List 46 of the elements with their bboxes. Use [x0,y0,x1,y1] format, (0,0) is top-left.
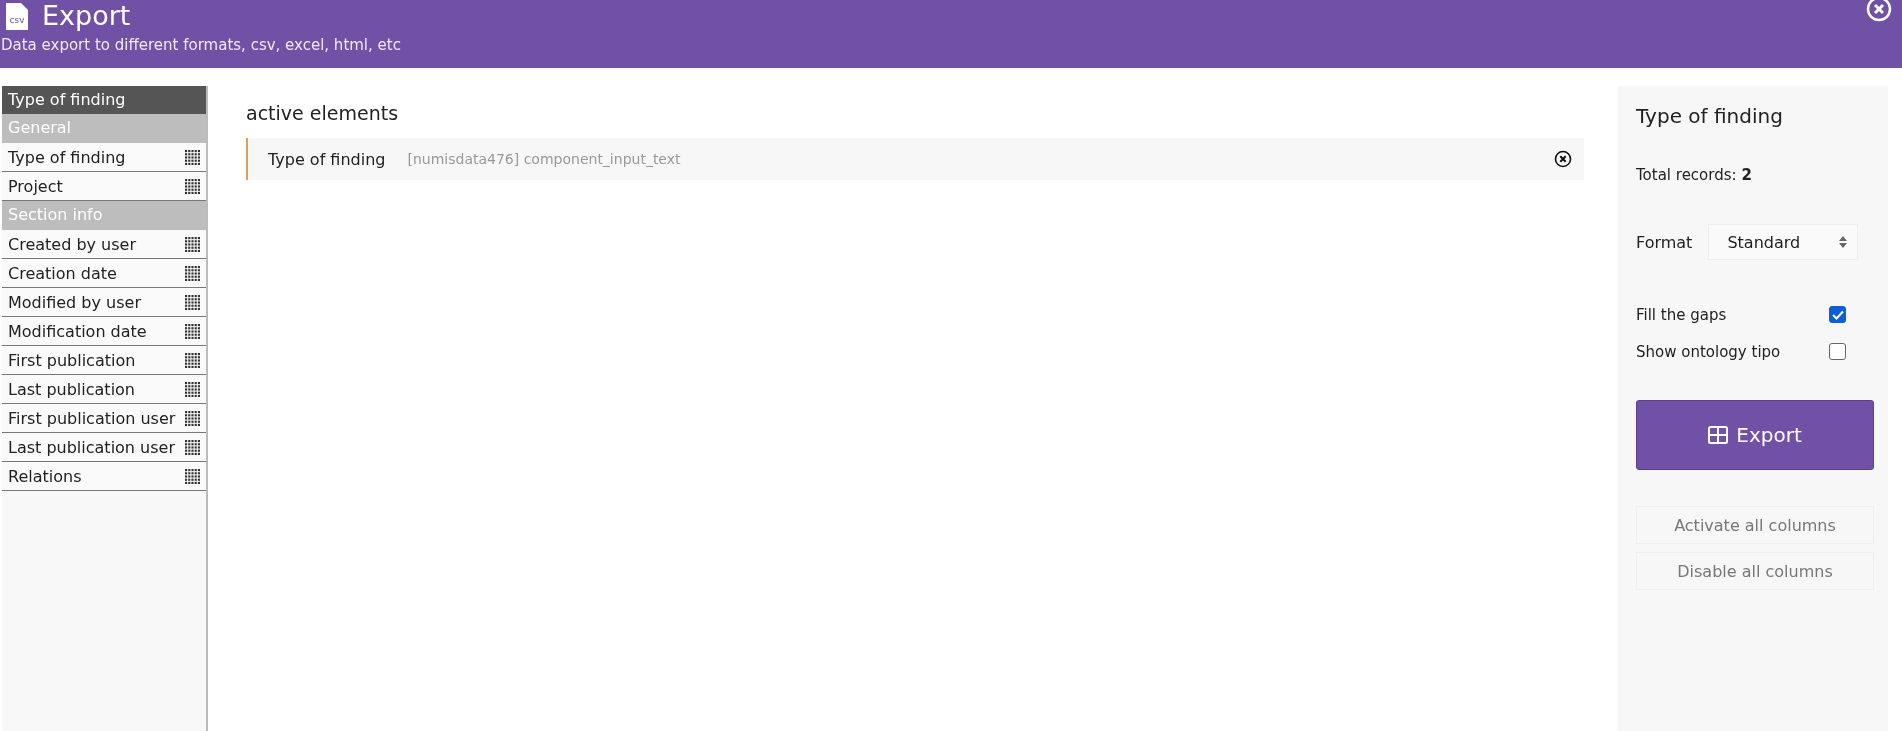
section-header: Section info [2,201,206,230]
disable-columns-button[interactable]: Disable all columns [1636,552,1874,590]
field-label: Last publication [8,379,135,399]
format-label: Format [1636,232,1693,252]
field-label: Modified by user [8,292,141,312]
grid-icon[interactable] [185,439,200,455]
field-label: Type of finding [8,147,126,167]
grid-icon[interactable] [185,265,200,281]
remove-icon[interactable] [1554,150,1572,168]
grid-icon[interactable] [185,149,200,165]
grid-icon[interactable] [185,236,200,252]
section-header: General [2,114,206,143]
window-subtitle: Data export to different formats, csv, excel, html, etc [0,36,402,54]
sidebar-title: Type of finding [2,86,206,114]
sort-caret-icon [1839,236,1848,248]
table-icon [1708,426,1729,444]
field-label: Modification date [8,321,147,341]
element-info: [numisdata476] component_input_text [407,151,682,167]
grid-icon[interactable] [185,352,200,368]
section-title: active elements [246,102,400,124]
grid-icon[interactable] [185,178,200,194]
format-select[interactable]: Standard [1708,224,1859,260]
grid-icon[interactable] [185,381,200,397]
field-label: First publication user [8,408,176,428]
field-label: Creation date [8,263,117,283]
close-icon[interactable] [1866,0,1892,22]
checkbox[interactable] [1829,306,1846,323]
field-label: Project [8,176,63,196]
field-label: Relations [8,466,82,486]
window-title: Export [42,0,131,32]
panel-title: Type of finding [1636,104,1784,128]
field-label: First publication [8,350,136,370]
grid-icon[interactable] [185,468,200,484]
grid-icon[interactable] [185,410,200,426]
field-label: Created by user [8,234,136,254]
grid-icon[interactable] [185,294,200,310]
total-records: Total records: 2 [1636,166,1753,184]
checkbox[interactable] [1829,343,1846,360]
option-label: Show ontology tipo [1636,342,1781,361]
field-label: Last publication user [8,437,175,457]
grid-icon[interactable] [185,323,200,339]
csv-file-icon: csv [6,2,28,30]
export-button[interactable]: Export [1636,400,1874,470]
option-label: Fill the gaps [1636,305,1727,324]
element-label: Type of finding [268,149,386,169]
activate-columns-button[interactable]: Activate all columns [1636,506,1874,544]
